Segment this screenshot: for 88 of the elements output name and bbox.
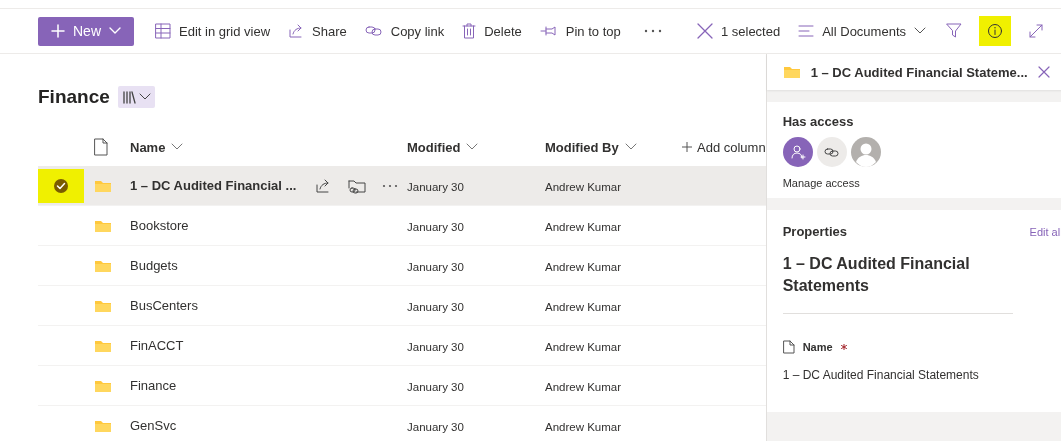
close-button[interactable] [1037,66,1050,78]
list-row[interactable]: BusCenters January 30 Andrew Kumar [38,286,766,326]
plus-icon [682,142,692,152]
list-row[interactable]: Budgets January 30 Andrew Kumar [38,246,766,286]
books-icon [121,90,136,104]
avatar-icon [850,137,881,167]
field-value[interactable]: 1 – DC Audited Financial Statements [782,368,1061,382]
filter-icon [946,23,962,39]
chevron-down-icon [138,93,151,101]
list-row[interactable]: Finance January 30 Andrew Kumar [38,366,766,406]
panel-title: 1 – DC Audited Financial Stateme... [810,64,1028,80]
modified-date: January 30 [407,260,464,273]
list-row[interactable]: Bookstore January 30 Andrew Kumar [38,206,766,246]
pin-icon [539,25,558,37]
modified-by-name: Andrew Kumar [545,420,622,433]
modified-by-name: Andrew Kumar [545,180,622,193]
toolbar-button[interactable]: Share [279,15,356,47]
folder-icon [94,378,112,393]
clear-selection-button[interactable]: 1 selected [687,15,790,47]
modified-date: January 30 [407,340,464,353]
folder-icon [94,298,112,313]
modified-date: January 30 [407,300,464,313]
link-icon [364,24,383,38]
modified-by-name: Andrew Kumar [545,380,622,393]
folder-icon [94,418,112,433]
lines-icon [798,25,815,37]
toolbar-button[interactable]: Pin to top [530,15,630,47]
more-icon [643,29,662,33]
file-icon [94,138,108,156]
chevron-down-icon [109,27,121,35]
modified-by-name: Andrew Kumar [545,340,622,353]
library-title: Finance [38,86,110,108]
manage-access-link[interactable]: Manage access [782,177,860,189]
add-column-button[interactable]: Add column [682,139,766,155]
field-label: Name [802,341,833,353]
modified-by-name: Andrew Kumar [545,260,622,273]
person-add-icon [782,137,813,167]
new-button[interactable]: New [38,16,134,46]
column-header[interactable]: Name [130,139,184,155]
item-title: 1 – DC Audited Financial Statements [782,253,1013,314]
library-view-button[interactable] [117,86,155,108]
toolbar-button[interactable]: Delete [453,15,531,47]
list-row[interactable]: FinACCT January 30 Andrew Kumar [38,326,766,366]
edit-all-link[interactable]: Edit all [1029,225,1061,238]
info-icon [987,23,1003,39]
folder-icon [94,178,112,193]
file-name-link[interactable]: Budgets [130,258,178,273]
chevron-down-icon [914,27,926,35]
grid-icon [155,23,171,39]
info-button[interactable] [979,16,1011,46]
modified-date: January 30 [407,180,464,193]
file-name-link[interactable]: Finance [130,378,177,393]
toolbar-button[interactable]: Copy link [355,15,454,47]
modified-date: January 30 [407,420,464,433]
folder-link-icon [347,177,366,194]
section-heading: Has access [782,114,855,129]
plus-icon [51,24,65,38]
column-header[interactable]: Modified By [545,139,637,155]
link-icon [816,137,847,167]
folder-icon [94,218,112,233]
file-name-link[interactable]: 1 – DC Audited Financial ... [130,178,297,193]
file-name-link[interactable]: GenSvc [130,418,177,433]
list-row[interactable]: 1 – DC Audited Financial ... January 30 Andrew Kumar [38,166,766,206]
toolbar-button[interactable]: Edit in grid view [146,15,280,47]
file-name-link[interactable]: Bookstore [130,218,189,233]
folder-icon [94,258,112,273]
modified-date: January 30 [407,220,464,233]
modified-date: January 30 [407,380,464,393]
folder-icon [782,65,801,79]
modified-by-name: Andrew Kumar [545,300,622,313]
file-name-link[interactable]: FinACCT [130,338,184,353]
check-circle-icon [53,177,69,194]
chevron-down-icon [624,143,637,151]
close-icon [1037,66,1050,78]
trash-icon [462,23,477,39]
more-icon [382,183,399,188]
chevron-down-icon [171,143,184,151]
close-icon [696,23,713,39]
folder-icon [94,338,112,353]
list-row[interactable]: GenSvc January 30 Andrew Kumar [38,406,766,441]
modified-by-name: Andrew Kumar [545,220,622,233]
chevron-down-icon [466,143,479,151]
file-name-link[interactable]: BusCenters [130,298,198,313]
expand-icon [1028,23,1044,39]
column-header[interactable]: Modified [407,139,479,155]
view-dropdown[interactable]: All Documents [789,15,935,47]
file-icon [782,340,795,354]
section-heading: Properties [782,224,847,239]
